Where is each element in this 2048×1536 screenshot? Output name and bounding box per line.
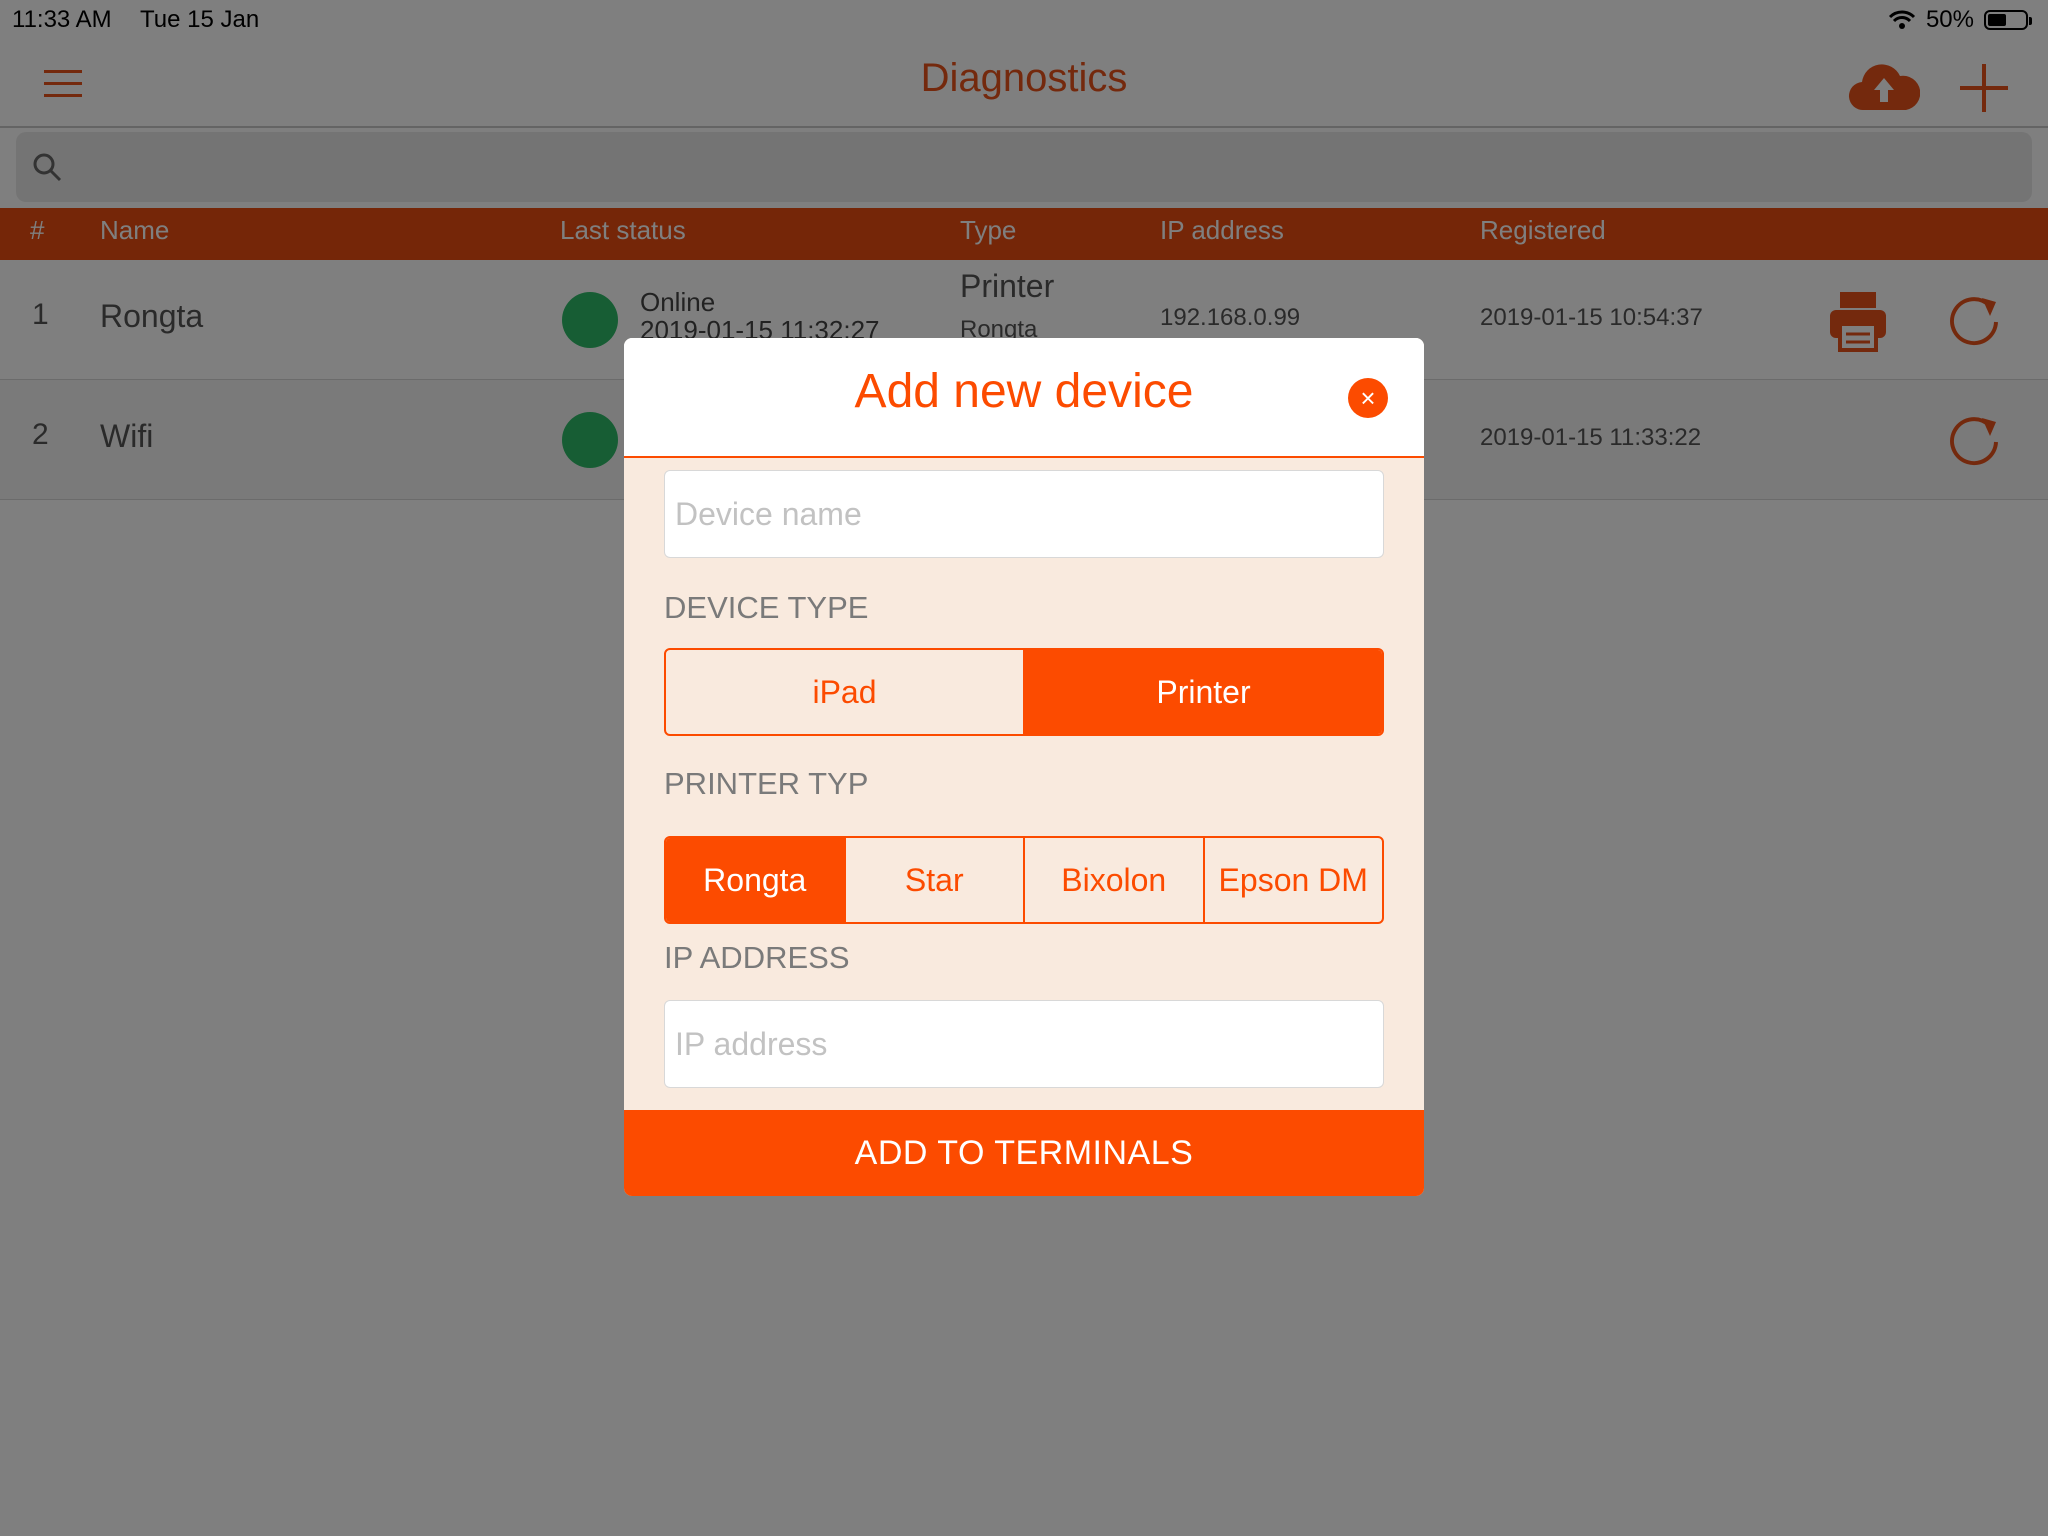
- printer-type-label: PRINTER TYP: [664, 766, 869, 801]
- printer-type-selector: Rongta Star Bixolon Epson DM: [664, 836, 1384, 924]
- device-type-label: DEVICE TYPE: [664, 590, 869, 625]
- device-type-option[interactable]: iPad: [666, 650, 1025, 734]
- add-to-terminals-button[interactable]: ADD TO TERMINALS: [624, 1110, 1424, 1196]
- modal-title: Add new device: [854, 365, 1194, 418]
- device-name-field[interactable]: [664, 470, 1384, 558]
- device-type-selector: iPad Printer: [664, 648, 1384, 736]
- printer-type-option[interactable]: Epson DM: [1205, 838, 1383, 922]
- add-device-modal: Add new device × DEVICE TYPE iPad Printe…: [624, 338, 1424, 1196]
- device-name-input[interactable]: [665, 471, 1383, 557]
- close-icon[interactable]: ×: [1348, 378, 1388, 418]
- printer-type-option[interactable]: Rongta: [666, 838, 846, 922]
- ip-address-input[interactable]: [665, 1001, 1383, 1087]
- printer-type-option[interactable]: Star: [846, 838, 1025, 922]
- modal-header: Add new device ×: [624, 338, 1424, 458]
- device-type-option[interactable]: Printer: [1025, 650, 1382, 734]
- ip-address-label: IP ADDRESS: [664, 940, 850, 975]
- printer-type-option[interactable]: Bixolon: [1025, 838, 1205, 922]
- ip-address-field[interactable]: [664, 1000, 1384, 1088]
